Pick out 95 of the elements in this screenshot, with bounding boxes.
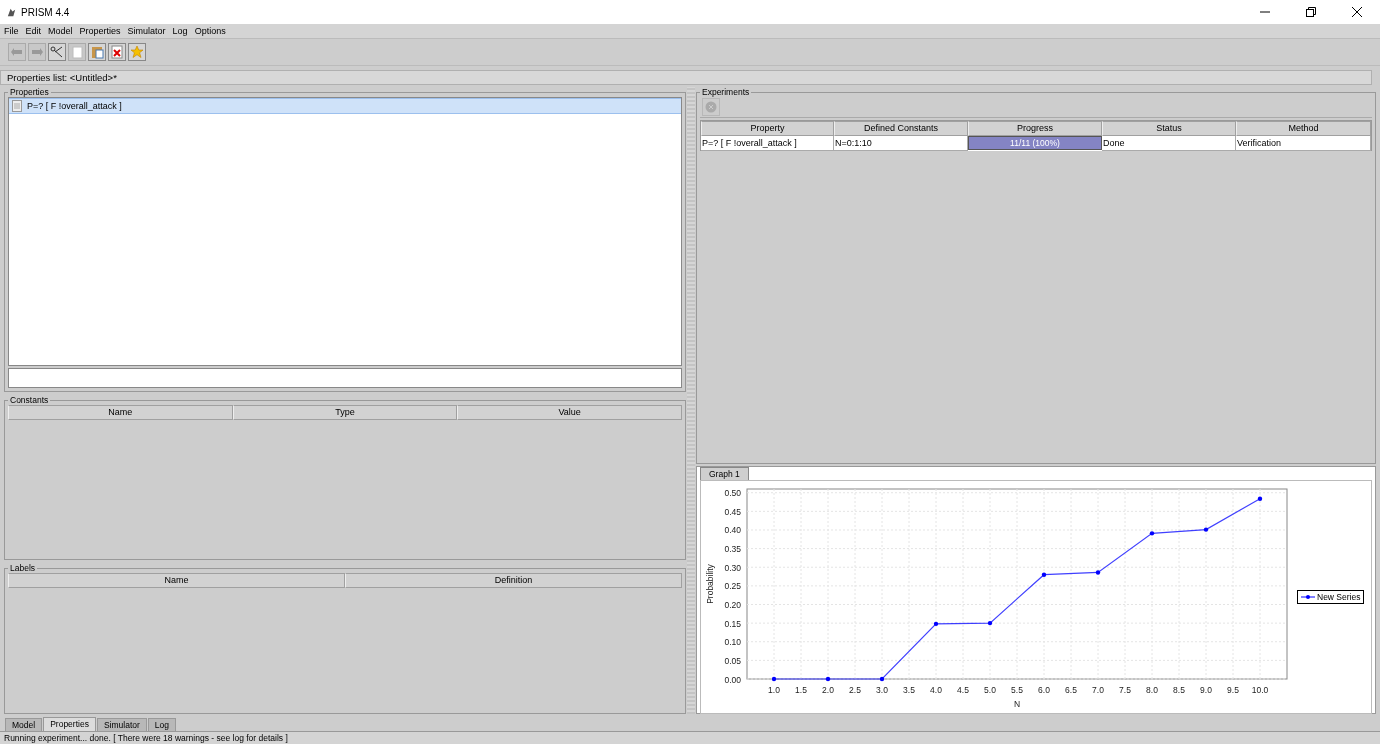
y-tick-label: 0.15 [724, 618, 741, 629]
table-cell: P=? [ F !overall_attack ] [701, 136, 834, 151]
x-tick-label: 1.0 [768, 685, 780, 695]
data-point [1257, 496, 1263, 501]
star-icon [130, 45, 144, 59]
app-logo-icon [6, 6, 17, 18]
group-title: Labels [9, 563, 37, 573]
x-tick-label: 3.5 [903, 685, 915, 695]
group-title: Experiments [701, 87, 751, 97]
stop-button[interactable] [702, 98, 720, 116]
cut-button[interactable] [48, 43, 66, 61]
document-icon [12, 100, 22, 112]
menu-item[interactable]: File [4, 26, 19, 36]
window-title: PRISM 4.4 [21, 6, 70, 18]
y-tick-label: 0.50 [724, 488, 741, 499]
data-point [1041, 572, 1047, 577]
data-point [879, 676, 885, 682]
scissors-icon [50, 45, 64, 59]
x-tick-label: 4.0 [930, 685, 942, 695]
table-cell: Verification [1236, 136, 1371, 151]
x-tick-label: 5.0 [984, 685, 996, 695]
legend-line-icon [1301, 594, 1315, 600]
x-tick-label: 10.0 [1251, 685, 1269, 695]
y-tick-label: 0.05 [724, 655, 741, 666]
column-header[interactable]: Defined Constants [834, 121, 968, 136]
copy-icon [70, 45, 84, 59]
data-point [1095, 570, 1101, 575]
x-tick-label: 8.0 [1146, 685, 1158, 695]
x-tick-label: 8.5 [1173, 685, 1185, 695]
column-header[interactable]: Value [457, 405, 682, 420]
properties-list-title: Properties list: <Untitled>* [0, 70, 1372, 85]
tab[interactable]: Simulator [96, 718, 147, 731]
chart-legend: New Series [1297, 590, 1365, 604]
x-tick-label: 6.5 [1065, 685, 1077, 695]
group-title: Constants [9, 395, 50, 405]
y-tick-label: 0.10 [724, 637, 741, 648]
splitter-handle[interactable] [687, 87, 695, 714]
y-tick-label: 0.40 [724, 525, 741, 536]
x-tick-label: 7.5 [1119, 685, 1131, 695]
data-point [933, 621, 939, 627]
data-point [987, 620, 993, 626]
x-tick-label: 2.5 [849, 685, 861, 695]
column-header[interactable]: Name [8, 573, 345, 588]
x-tick-label: 9.0 [1200, 685, 1212, 695]
table-cell: Done [1102, 136, 1236, 151]
delete-button[interactable] [108, 43, 126, 61]
y-tick-label: 0.20 [724, 600, 741, 610]
property-item[interactable]: P=? [ F !overall_attack ] [9, 98, 681, 114]
x-axis-title: N [1013, 699, 1021, 709]
y-tick-label: 0.00 [724, 674, 741, 685]
x-tick-label: 5.5 [1011, 685, 1023, 695]
x-tick-label: 6.0 [1038, 685, 1050, 695]
delete-icon [110, 45, 124, 59]
menu-item[interactable]: Simulator [127, 26, 166, 36]
x-tick-label: 3.0 [876, 685, 888, 695]
y-tick-label: 0.35 [724, 544, 741, 555]
data-point [1149, 531, 1155, 536]
property-input-field[interactable] [8, 368, 682, 388]
data-point [1203, 527, 1209, 532]
tab[interactable]: Properties [43, 717, 96, 731]
menu-item[interactable]: Model [48, 26, 73, 36]
x-tick-label: 1.5 [795, 685, 807, 695]
y-tick-label: 0.25 [724, 581, 741, 592]
column-header[interactable]: Property [701, 121, 834, 136]
star-button[interactable] [128, 43, 146, 61]
column-header[interactable]: Progress [968, 121, 1102, 136]
restore-icon [1306, 7, 1316, 17]
column-header[interactable]: Method [1236, 121, 1371, 136]
menu-item[interactable]: Edit [25, 26, 42, 36]
column-header[interactable]: Type [232, 405, 458, 420]
x-tick-label: 7.0 [1092, 685, 1104, 695]
tab[interactable]: Log [147, 718, 176, 731]
y-tick-label: 0.45 [724, 506, 741, 517]
status-message: Running experiment... done. [ There were 18 warnings - see log for details ] [4, 733, 288, 743]
y-axis-title: Probability [705, 564, 715, 604]
table-cell: N=0:1:10 [834, 136, 968, 151]
menu-item[interactable]: Log [172, 26, 188, 36]
x-tick-label: 9.5 [1227, 685, 1239, 695]
group-title: Properties [9, 87, 50, 97]
column-header[interactable]: Name [8, 405, 233, 420]
tab[interactable]: Model [5, 718, 43, 731]
progress-bar: 11/11 (100%) [968, 136, 1102, 150]
x-tick-label: 2.0 [822, 685, 834, 695]
data-point [825, 676, 831, 682]
column-header[interactable]: Definition [345, 573, 682, 588]
x-tick-label: 4.5 [957, 685, 969, 695]
y-tick-label: 0.30 [724, 562, 741, 573]
paste-button[interactable] [88, 43, 106, 61]
menu-item[interactable]: Properties [79, 26, 121, 36]
clipboard-icon [90, 45, 104, 59]
data-point [771, 676, 777, 682]
column-header[interactable]: Status [1102, 121, 1236, 136]
graph-tab[interactable]: Graph 1 [700, 467, 749, 480]
menu-item[interactable]: Options [194, 26, 226, 36]
close-icon [1352, 7, 1362, 17]
